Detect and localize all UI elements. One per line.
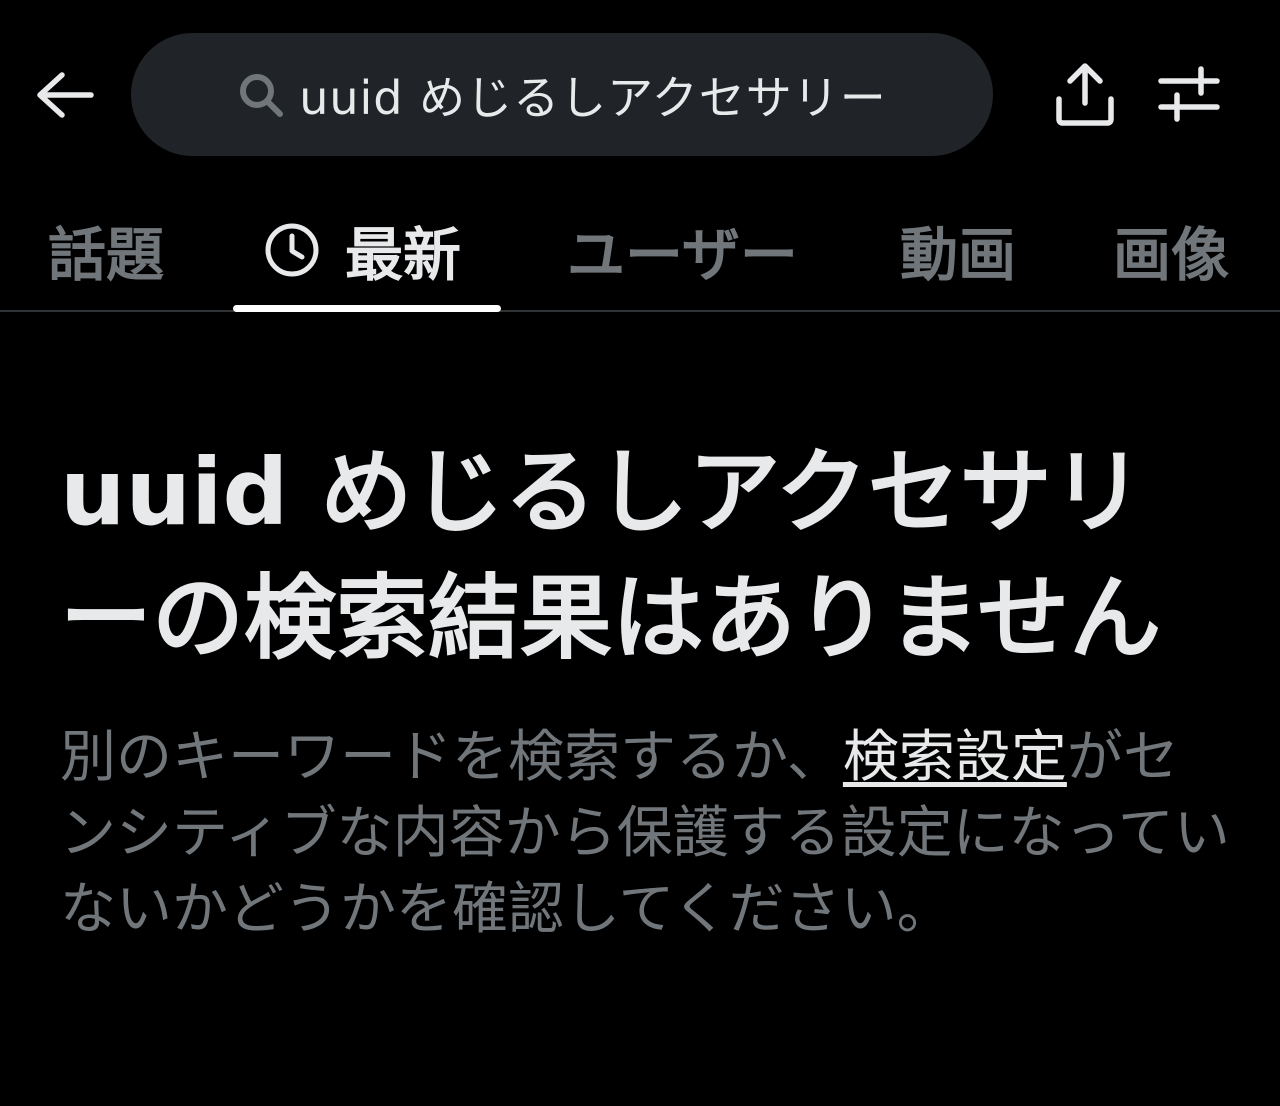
search-input[interactable]: uuid めじるしアクセサリー bbox=[131, 33, 993, 156]
active-tab-indicator bbox=[233, 305, 501, 312]
search-filter-button[interactable] bbox=[1151, 58, 1227, 134]
share-icon bbox=[1053, 61, 1117, 131]
search-icon bbox=[237, 71, 285, 119]
tab-label: 話題 bbox=[48, 221, 165, 289]
filter-icon bbox=[1157, 64, 1221, 128]
empty-state-title: uuid めじるしアクセサリーの検索結果はありません bbox=[60, 439, 1162, 672]
tab-latest[interactable]: 最新 bbox=[263, 190, 461, 310]
tab-videos[interactable]: 動画 bbox=[900, 190, 1016, 310]
tab-label: 動画 bbox=[900, 221, 1017, 289]
empty-state-description: 別のキーワードを検索するか、検索設定がセンシティブな内容から保護する設定になって… bbox=[60, 720, 1230, 948]
tab-label: ユーザー bbox=[567, 221, 798, 289]
tab-users[interactable]: ユーザー bbox=[567, 190, 798, 310]
top-bar: uuid めじるしアクセサリー bbox=[0, 0, 1280, 190]
clock-icon bbox=[263, 221, 321, 279]
back-arrow-icon bbox=[36, 72, 94, 122]
share-button[interactable] bbox=[1047, 58, 1123, 134]
search-settings-link[interactable]: 検索設定 bbox=[843, 725, 1067, 790]
tab-images[interactable]: 画像 bbox=[1113, 190, 1229, 310]
empty-state: uuid めじるしアクセサリーの検索結果はありません 別のキーワードを検索するか… bbox=[60, 430, 1230, 948]
search-tabs: 話題 最新 ユーザー 動画 画像 bbox=[0, 190, 1280, 312]
back-button[interactable] bbox=[30, 62, 100, 132]
search-query-text: uuid めじるしアクセサリー bbox=[299, 70, 887, 125]
tab-label: 最新 bbox=[345, 221, 462, 289]
tab-label: 画像 bbox=[1113, 221, 1230, 289]
description-text: 別のキーワードを検索するか、 bbox=[60, 725, 843, 790]
search-results-screen: uuid めじるしアクセサリー 話題 最新 ユーザー 動画 画像 uuid めじ… bbox=[0, 0, 1280, 1106]
tab-top[interactable]: 話題 bbox=[48, 190, 164, 310]
